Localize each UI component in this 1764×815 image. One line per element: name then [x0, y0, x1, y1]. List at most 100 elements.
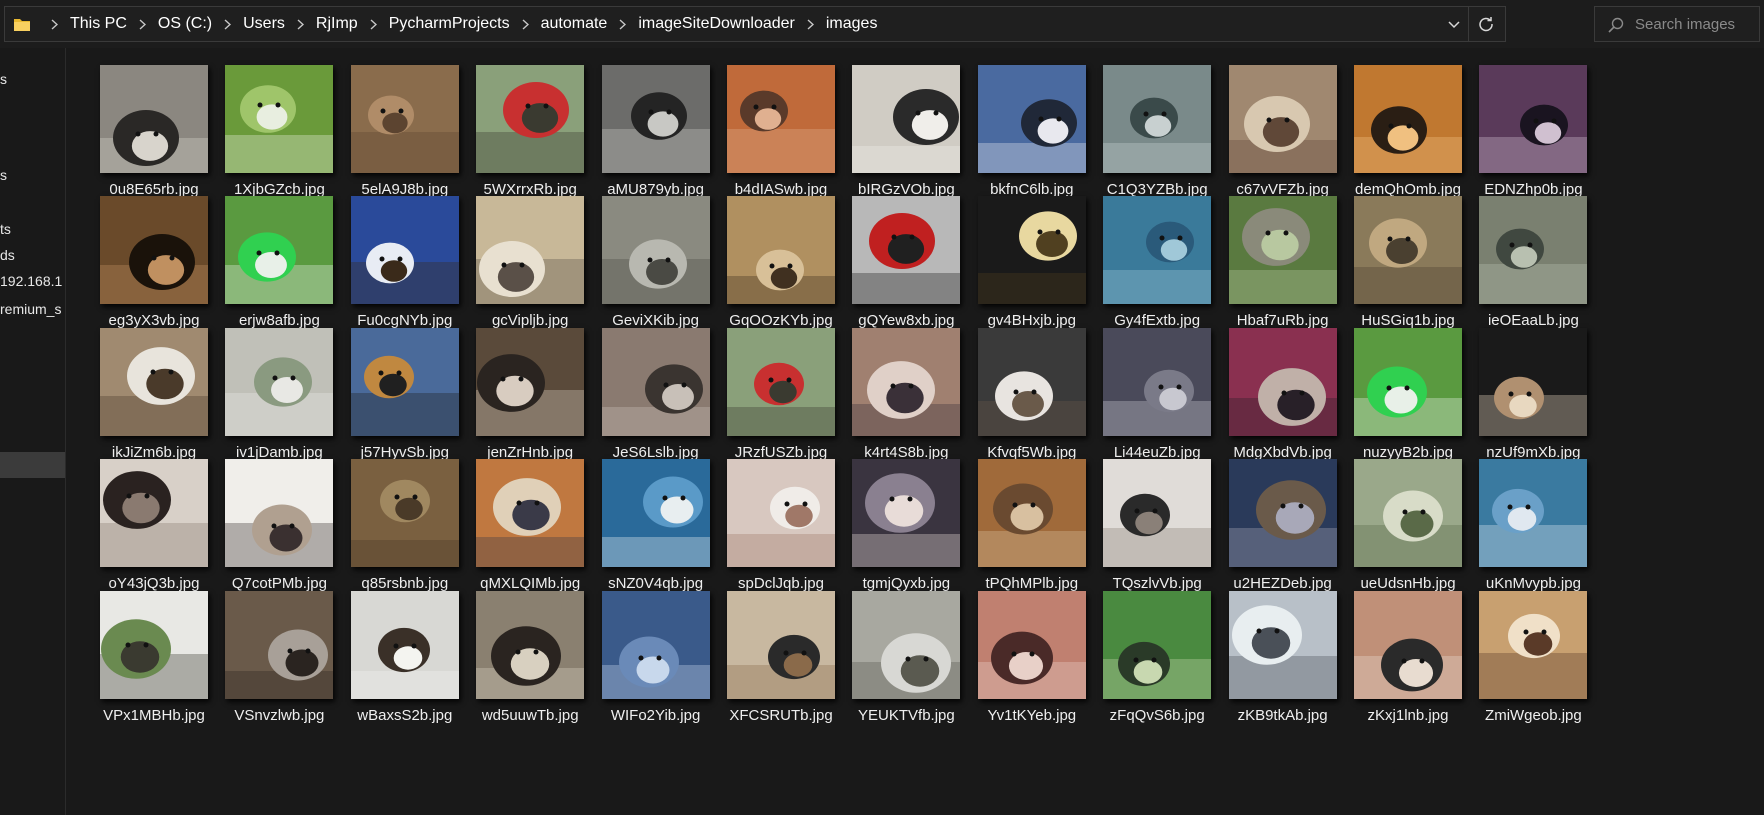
file-tile[interactable]: Q7cotPMb.jpg: [199, 442, 339, 592]
chevron-right-icon[interactable]: [370, 18, 377, 30]
image-thumbnail[interactable]: [1228, 590, 1337, 699]
file-tile[interactable]: zKxj1lnb.jpg: [1328, 574, 1468, 724]
file-tile[interactable]: Yv1tKYeb.jpg: [952, 574, 1092, 724]
file-tile[interactable]: YEUKTVfb.jpg: [826, 574, 966, 724]
image-thumbnail[interactable]: [476, 590, 585, 699]
image-thumbnail[interactable]: [1103, 590, 1212, 699]
file-tile[interactable]: nuzyyB2b.jpg: [1328, 311, 1468, 461]
file-tile[interactable]: tgmjQyxb.jpg: [826, 442, 966, 592]
image-thumbnail[interactable]: [350, 196, 459, 305]
nav-item[interactable]: 192.168.1: [0, 272, 62, 290]
nav-item[interactable]: remium_s: [0, 300, 61, 318]
image-thumbnail[interactable]: [476, 65, 585, 173]
file-tile[interactable]: gQYew8xb.jpg: [826, 179, 966, 329]
file-tile[interactable]: 1XjbGZcb.jpg: [199, 48, 339, 198]
image-thumbnail[interactable]: [1354, 590, 1462, 699]
image-thumbnail[interactable]: [1228, 327, 1337, 436]
nav-item[interactable]: ds: [0, 246, 15, 264]
image-thumbnail[interactable]: [225, 459, 334, 568]
image-thumbnail[interactable]: [852, 65, 961, 173]
file-tile[interactable]: TQszlvVb.jpg: [1077, 442, 1217, 592]
image-thumbnail[interactable]: [1479, 65, 1588, 173]
file-tile[interactable]: bIRGzVOb.jpg: [826, 48, 966, 198]
chevron-right-icon[interactable]: [139, 18, 146, 30]
breadcrumb-item[interactable]: imageSiteDownloader: [638, 15, 795, 33]
image-thumbnail[interactable]: [1228, 196, 1337, 305]
file-tile[interactable]: 5WXrrxRb.jpg: [450, 48, 590, 198]
image-thumbnail[interactable]: [476, 196, 585, 305]
image-thumbnail[interactable]: [100, 459, 208, 568]
file-tile[interactable]: zFqQvS6b.jpg: [1077, 574, 1217, 724]
file-tile[interactable]: wd5uuwTb.jpg: [450, 574, 590, 724]
file-tile[interactable]: qMXLQIMb.jpg: [450, 442, 590, 592]
file-tile[interactable]: nzUf9mXb.jpg: [1453, 311, 1593, 461]
file-tile[interactable]: ikJiZm6b.jpg: [74, 311, 214, 461]
file-tile[interactable]: GeviXKib.jpg: [576, 179, 716, 329]
image-thumbnail[interactable]: [225, 590, 334, 699]
image-thumbnail[interactable]: [1228, 459, 1337, 568]
image-thumbnail[interactable]: [350, 590, 459, 699]
image-thumbnail[interactable]: [977, 65, 1086, 173]
image-thumbnail[interactable]: [1103, 327, 1212, 436]
image-thumbnail[interactable]: [1103, 65, 1212, 173]
image-thumbnail[interactable]: [476, 459, 585, 568]
breadcrumb-item[interactable]: Users: [243, 15, 285, 33]
chevron-right-icon[interactable]: [224, 18, 232, 30]
file-tile[interactable]: GqOOzKYb.jpg: [701, 179, 841, 329]
search-box[interactable]: [1594, 6, 1760, 42]
file-tile[interactable]: aMU879yb.jpg: [576, 48, 716, 198]
image-thumbnail[interactable]: [601, 196, 710, 305]
file-tile[interactable]: erjw8afb.jpg: [199, 179, 339, 329]
file-tile[interactable]: C1Q3YZBb.jpg: [1077, 48, 1217, 198]
file-tile[interactable]: uKnMvypb.jpg: [1453, 442, 1593, 592]
file-tile[interactable]: 0u8E65rb.jpg: [74, 48, 214, 198]
chevron-right-icon[interactable]: [51, 18, 58, 30]
image-thumbnail[interactable]: [1479, 459, 1588, 568]
file-tile[interactable]: demQhOmb.jpg: [1328, 48, 1468, 198]
image-thumbnail[interactable]: [225, 65, 334, 173]
file-tile[interactable]: ieOEaaLb.jpg: [1453, 179, 1593, 329]
file-tile[interactable]: oY43jQ3b.jpg: [74, 442, 214, 592]
file-tile[interactable]: Li44euZb.jpg: [1077, 311, 1217, 461]
file-tile[interactable]: Fu0cgNYb.jpg: [325, 179, 465, 329]
file-tile[interactable]: sNZ0V4qb.jpg: [576, 442, 716, 592]
file-tile[interactable]: q85rsbnb.jpg: [325, 442, 465, 592]
nav-item[interactable]: s: [0, 166, 7, 184]
navigation-pane[interactable]: s s ts ds 192.168.1 remium_s: [0, 48, 66, 815]
image-thumbnail[interactable]: [100, 590, 208, 699]
image-thumbnail[interactable]: [601, 327, 710, 436]
file-tile[interactable]: XFCSRUTb.jpg: [701, 574, 841, 724]
file-tile[interactable]: ZmiWgeob.jpg: [1453, 574, 1593, 724]
image-thumbnail[interactable]: [852, 590, 961, 699]
file-tile[interactable]: jenZrHnb.jpg: [450, 311, 590, 461]
image-thumbnail[interactable]: [727, 590, 835, 699]
nav-item[interactable]: ts: [0, 220, 11, 238]
image-thumbnail[interactable]: [601, 459, 710, 568]
refresh-button[interactable]: [1473, 11, 1499, 37]
image-thumbnail[interactable]: [852, 459, 961, 568]
file-tile[interactable]: spDclJqb.jpg: [701, 442, 841, 592]
image-thumbnail[interactable]: [1103, 196, 1212, 305]
image-thumbnail[interactable]: [1103, 459, 1212, 568]
image-thumbnail[interactable]: [601, 65, 710, 173]
image-thumbnail[interactable]: [1479, 327, 1588, 436]
file-tile[interactable]: EDNZhp0b.jpg: [1453, 48, 1593, 198]
breadcrumb-item[interactable]: PycharmProjects: [389, 15, 510, 33]
image-thumbnail[interactable]: [852, 327, 961, 436]
image-thumbnail[interactable]: [601, 590, 710, 699]
image-thumbnail[interactable]: [1354, 459, 1462, 568]
breadcrumb-item[interactable]: automate: [541, 15, 608, 33]
file-tile[interactable]: zKB9tkAb.jpg: [1203, 574, 1343, 724]
file-tile[interactable]: bkfnC6lb.jpg: [952, 48, 1092, 198]
file-tile[interactable]: JRzfUSZb.jpg: [701, 311, 841, 461]
address-bar[interactable]: This PC OS (C:) Users RjImp PycharmProjects a…: [4, 6, 1506, 42]
image-thumbnail[interactable]: [1479, 590, 1588, 699]
image-thumbnail[interactable]: [727, 327, 835, 436]
file-tile[interactable]: WIFo2Yib.jpg: [576, 574, 716, 724]
breadcrumb-item[interactable]: This PC: [70, 15, 127, 33]
image-thumbnail[interactable]: [1228, 65, 1337, 173]
image-thumbnail[interactable]: [852, 196, 961, 305]
image-thumbnail[interactable]: [1354, 65, 1462, 173]
file-tile[interactable]: 5elA9J8b.jpg: [325, 48, 465, 198]
file-tile[interactable]: HuSGiq1b.jpg: [1328, 179, 1468, 329]
